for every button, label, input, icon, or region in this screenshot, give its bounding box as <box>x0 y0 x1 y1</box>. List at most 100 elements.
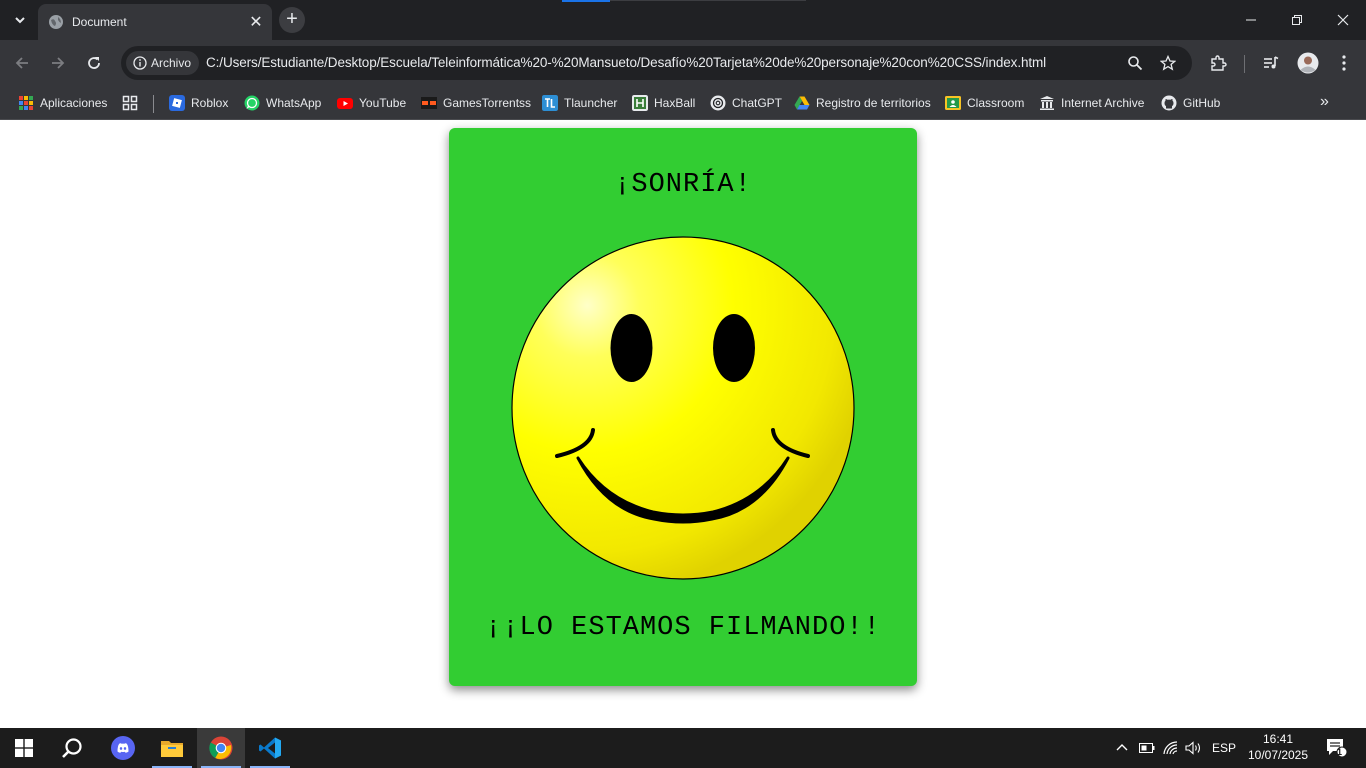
classroom-icon <box>945 96 961 110</box>
chatgpt-icon <box>710 95 726 111</box>
bookmark-label: Classroom <box>967 96 1025 110</box>
bookmark-label: Aplicaciones <box>40 96 108 110</box>
bookmark-label: GamesTorrentss <box>443 96 532 110</box>
tray-overflow-chevron-icon[interactable] <box>1110 728 1134 768</box>
battery-icon[interactable] <box>1136 728 1158 768</box>
bookmark-youtube[interactable]: YouTube <box>337 92 406 114</box>
face-circle <box>511 236 855 580</box>
url-text[interactable]: C:/Users/Estudiante/Desktop/Escuela/Tele… <box>206 55 1046 70</box>
whatsapp-icon <box>244 95 260 111</box>
bookmark-label: GitHub <box>1183 96 1221 110</box>
bookmark-label: HaxBall <box>654 96 696 110</box>
browser-toolbar: Archivo C:/Users/Estudiante/Desktop/Escu… <box>0 40 1366 86</box>
bookmark-classroom[interactable]: Classroom <box>945 92 1024 114</box>
youtube-icon <box>337 98 353 109</box>
reload-icon <box>88 57 100 69</box>
smiley-face-image <box>511 236 855 580</box>
tab-strip: Document ✕ + <box>0 0 1366 40</box>
page-viewport: ¡SONRÍA! ¡¡LO ESTAMOS FILMANDO!! <box>0 121 1366 728</box>
arrow-left-icon <box>15 57 28 69</box>
tlauncher-icon <box>542 95 558 111</box>
notification-center-button[interactable]: 1 <box>1320 728 1354 768</box>
tab-drag-indicator <box>562 0 610 2</box>
windows-taskbar: ESP 16:41 10/07/2025 1 <box>0 728 1366 768</box>
bookmark-label: WhatsApp <box>266 96 322 110</box>
bookmark-star-icon[interactable] <box>1158 53 1178 73</box>
start-icon <box>15 739 33 757</box>
media-control-icon[interactable] <box>1259 51 1283 75</box>
wifi-icon[interactable] <box>1160 728 1182 768</box>
bookmark-github[interactable]: GitHub <box>1161 92 1220 114</box>
menu-kebab-icon[interactable] <box>1332 51 1356 75</box>
right-eye <box>713 314 755 382</box>
bookmarks-bar: Aplicaciones Roblox WhatsApp YouTube Gam… <box>0 86 1366 120</box>
bookmark-internet-archive[interactable]: Internet Archive <box>1039 92 1144 114</box>
tab-search-chevron-icon[interactable] <box>8 8 32 32</box>
bookmark-chatgpt[interactable]: ChatGPT <box>710 92 782 114</box>
clock-time: 16:41 <box>1262 732 1294 746</box>
zoom-icon[interactable] <box>1125 53 1145 73</box>
browser-tab[interactable]: Document ✕ <box>38 4 272 40</box>
bookmark-label: Tlauncher <box>564 96 618 110</box>
site-info-label: Archivo <box>151 56 192 70</box>
bookmark-aplicaciones[interactable]: Aplicaciones <box>18 92 107 114</box>
archive-icon <box>1040 96 1054 110</box>
apps-grid-icon <box>19 96 33 110</box>
vscode-icon <box>259 737 281 759</box>
taskbar-vscode[interactable] <box>246 728 294 768</box>
roblox-icon <box>169 95 185 111</box>
chrome-icon <box>209 736 233 760</box>
close-tab-icon[interactable]: ✕ <box>244 12 268 32</box>
bookmark-label: Roblox <box>191 96 229 110</box>
bookmark-tlauncher[interactable]: Tlauncher <box>542 92 617 114</box>
taskbar-file-explorer[interactable] <box>148 728 196 768</box>
restore-button[interactable] <box>1274 0 1320 40</box>
more-bookmarks-chevron-icon[interactable]: » <box>1320 93 1329 111</box>
profile-avatar[interactable] <box>1296 51 1320 75</box>
bookmark-label: Internet Archive <box>1061 96 1145 110</box>
tab-strip-divider <box>610 0 806 1</box>
bookmark-haxball[interactable]: HaxBall <box>632 92 695 114</box>
minimize-button[interactable] <box>1228 0 1274 40</box>
grid-icon <box>122 95 138 111</box>
bookmark-whatsapp[interactable]: WhatsApp <box>244 92 321 114</box>
character-card: ¡SONRÍA! ¡¡LO ESTAMOS FILMANDO!! <box>449 128 917 686</box>
start-button[interactable] <box>0 728 48 768</box>
bookmarks-separator <box>153 95 154 113</box>
github-icon <box>1161 95 1177 111</box>
card-footer: ¡¡LO ESTAMOS FILMANDO!! <box>485 613 881 643</box>
close-window-button[interactable] <box>1320 0 1366 40</box>
new-tab-button[interactable]: + <box>279 7 305 33</box>
card-title: ¡SONRÍA! <box>614 170 752 200</box>
reload-button[interactable] <box>80 49 108 77</box>
haxball-icon <box>632 95 648 111</box>
search-icon <box>62 738 82 758</box>
bookmark-label: Registro de territorios <box>816 96 931 110</box>
drive-icon <box>794 96 810 110</box>
taskbar-chrome[interactable] <box>197 728 245 768</box>
globe-icon <box>49 15 63 29</box>
language-indicator[interactable]: ESP <box>1208 728 1240 768</box>
site-info-chip[interactable]: Archivo <box>126 51 199 75</box>
bookmark-gamestorrentss[interactable]: GamesTorrentss <box>421 92 531 114</box>
bookmark-registro-de-territorios[interactable]: Registro de territorios <box>794 92 931 114</box>
extensions-puzzle-icon[interactable] <box>1206 51 1230 75</box>
tab-groups-button[interactable] <box>122 92 144 114</box>
system-clock[interactable]: 16:41 10/07/2025 <box>1244 731 1312 763</box>
toolbar-separator <box>1244 55 1245 73</box>
forward-button[interactable] <box>44 49 72 77</box>
taskbar-discord[interactable] <box>99 728 147 768</box>
volume-icon[interactable] <box>1183 728 1205 768</box>
arrow-right-icon <box>52 57 65 69</box>
taskbar-search-button[interactable] <box>48 728 96 768</box>
bookmark-label: YouTube <box>359 96 407 110</box>
file-explorer-icon <box>161 741 183 757</box>
bookmark-roblox[interactable]: Roblox <box>169 92 228 114</box>
info-icon <box>133 56 147 70</box>
left-eye <box>610 314 653 382</box>
back-button[interactable] <box>8 49 36 77</box>
gamestorrents-icon <box>421 97 437 109</box>
address-bar[interactable]: Archivo C:/Users/Estudiante/Desktop/Escu… <box>121 46 1192 80</box>
discord-icon <box>111 736 135 760</box>
notification-count: 1 <box>1337 747 1343 757</box>
